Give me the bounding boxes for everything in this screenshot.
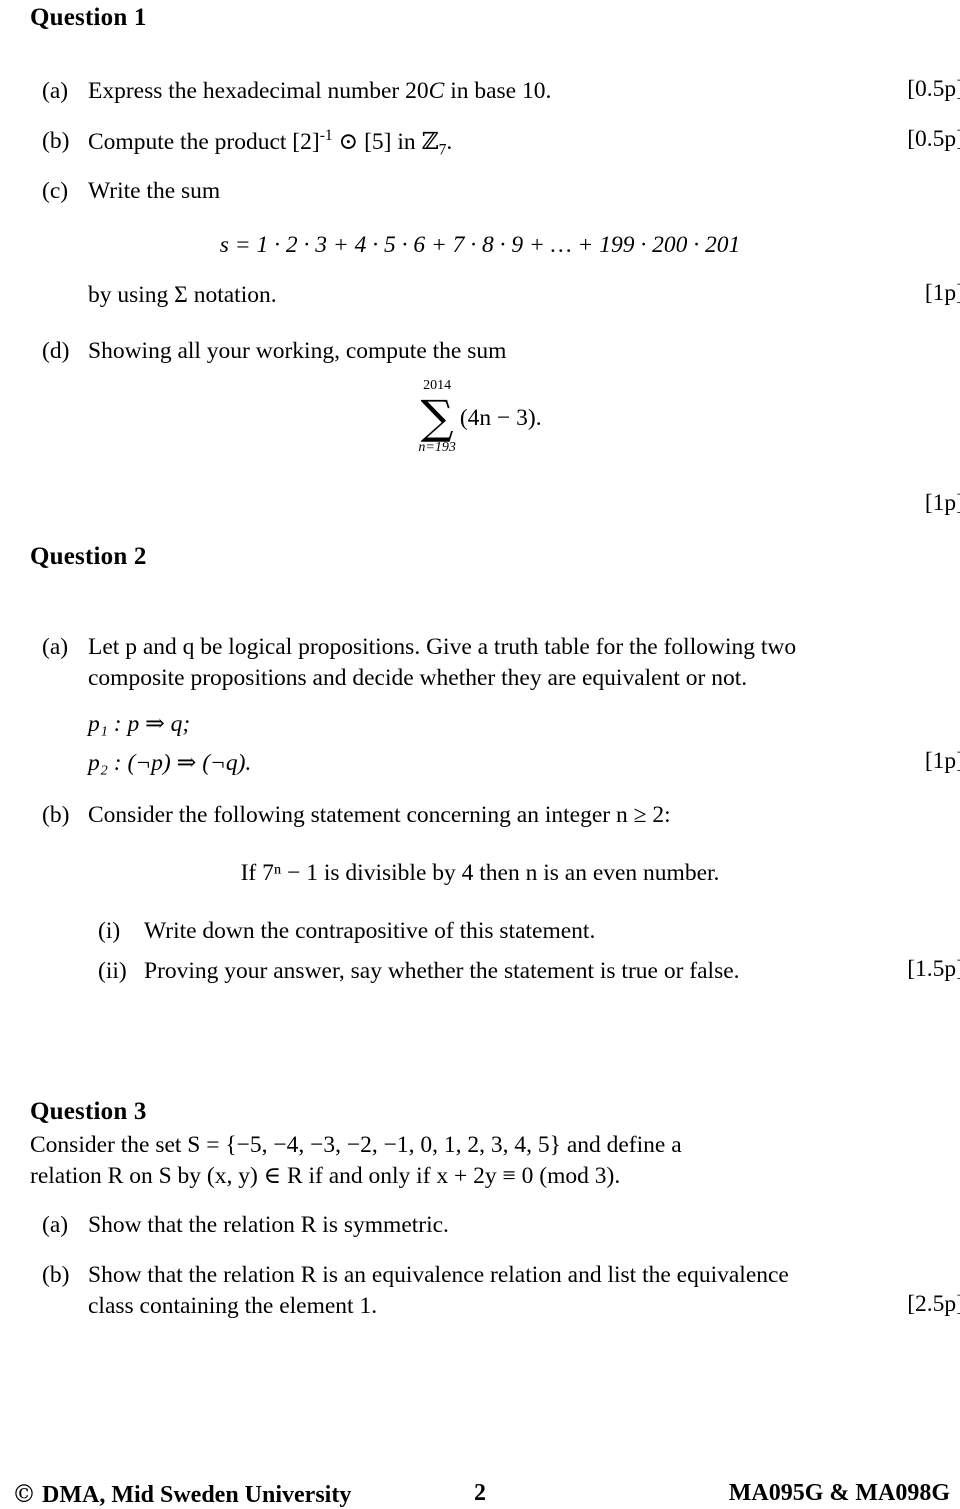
item-2a-line2: composite propositions and decide whethe… [88, 665, 748, 691]
sum-display-equation: s = 1 · 2 · 3 + 4 · 5 · 6 + 7 · 8 · 9 + … [219, 232, 741, 258]
item-2a-line1: Let p and q be logical propositions. Giv… [88, 634, 797, 660]
item-b-bracket: [5] [364, 129, 392, 155]
question-2-item-b-ii: (ii) Proving your answer, say whether th… [98, 956, 858, 987]
item-b-text-after: . [446, 129, 453, 155]
question-1-heading: Question 1 [30, 4, 147, 31]
item-body-b: Compute the product [2]-1 ⊙ [5] in ℤ7. [88, 126, 802, 158]
item-body-2b-ii: Proving your answer, say whether the sta… [144, 958, 740, 984]
question-1-item-c: (c) Write the sum [42, 176, 802, 207]
summation-summand: (4n − 3). [459, 404, 542, 431]
item-body-3a: Show that the relation R is symmetric. [88, 1212, 449, 1238]
item-body-d: Showing all your working, compute the su… [88, 338, 507, 364]
summation-display: 2014 ∑ n=193 (4n − 3). [0, 378, 960, 456]
item-b-text-before: Compute the product [2] [88, 129, 320, 155]
item-body-2b-i: Write down the contrapositive of this st… [144, 918, 596, 944]
item-3b-line1: Show that the relation R is an equivalen… [88, 1262, 789, 1288]
summation-expression: 2014 ∑ n=193 (4n − 3). [418, 378, 541, 456]
proposition-p2: p₂ : (¬p) ⇒ (¬q). [88, 750, 252, 776]
sigma-operator: 2014 ∑ n=193 [418, 378, 455, 456]
marks-1d: [1p] [924, 490, 960, 516]
marks-3b: [2.5p] [907, 1291, 960, 1317]
item-b-text-mid: in [391, 129, 422, 155]
question-2-heading: Question 2 [30, 543, 147, 570]
marks-2b-ii: [1.5p] [907, 956, 960, 982]
marks-1c: [1p] [924, 280, 960, 306]
item-label-a: (a) [42, 78, 69, 104]
marks-1b: [0.5p] [907, 126, 960, 152]
item-label-2b-i: (i) [98, 918, 121, 944]
proposition-p1: p₁ : p ⇒ q; [88, 711, 191, 737]
question-1-item-a: (a) Express the hexadecimal number 20C i… [42, 76, 802, 107]
question-2-item-b-i: (i) Write down the contrapositive of thi… [98, 916, 858, 947]
item-a-math-var: C [428, 78, 445, 104]
question-3-heading: Question 3 [30, 1098, 147, 1125]
item-label-d: (d) [42, 338, 70, 364]
question-2-item-a: (a) Let p and q be logical propositions.… [42, 632, 922, 694]
question-3-preamble-line1: Consider the set S = {−5, −4, −3, −2, −1… [30, 1132, 682, 1158]
question-3-item-a: (a) Show that the relation R is symmetri… [42, 1210, 802, 1241]
item-b-exponent: -1 [319, 127, 333, 145]
item-body-2b: Consider the following statement concern… [88, 802, 671, 828]
item-b-set-symbol: ℤ [421, 127, 439, 155]
exam-page: Question 1 (a) Express the hexadecimal n… [0, 0, 960, 1508]
item-label-3b: (b) [42, 1262, 70, 1288]
item-body-3b: Show that the relation R is an equivalen… [88, 1260, 922, 1322]
item-label-3a: (a) [42, 1212, 69, 1238]
marks-1a: [0.5p] [907, 76, 960, 102]
item-label-c: (c) [42, 178, 69, 204]
item-body-2a: Let p and q be logical propositions. Giv… [88, 632, 922, 694]
item-body-c: Write the sum [88, 178, 221, 204]
summation-lower-limit: n=193 [418, 440, 456, 455]
item-label-2a: (a) [42, 634, 69, 660]
item-a-text-after: in base 10. [444, 78, 552, 104]
question-3-preamble-line2: relation R on S by (x, y) ∈ R if and onl… [30, 1163, 621, 1189]
question-3-item-b: (b) Show that the relation R is an equiv… [42, 1260, 922, 1322]
marks-2a: [1p] [924, 748, 960, 774]
item-3b-line2: class containing the element 1. [88, 1293, 378, 1319]
question-1-item-d: (d) Showing all your working, compute th… [42, 336, 802, 367]
question-1-item-b: (b) Compute the product [2]-1 ⊙ [5] in ℤ… [42, 126, 802, 158]
sigma-icon: ∑ [420, 390, 454, 444]
question-1-item-c-continuation: by using Σ notation. [88, 282, 277, 308]
item-a-text-before: Express the hexadecimal number 20 [88, 78, 429, 104]
question-2b-statement: If 7ⁿ − 1 is divisible by 4 then n is an… [240, 860, 720, 886]
item-body-a: Express the hexadecimal number 20C in ba… [88, 76, 802, 107]
question-2-item-b: (b) Consider the following statement con… [42, 800, 842, 831]
item-b-operator: ⊙ [338, 129, 359, 155]
item-label-2b: (b) [42, 802, 70, 828]
item-label-2b-ii: (ii) [98, 958, 127, 984]
item-label-b: (b) [42, 128, 70, 154]
